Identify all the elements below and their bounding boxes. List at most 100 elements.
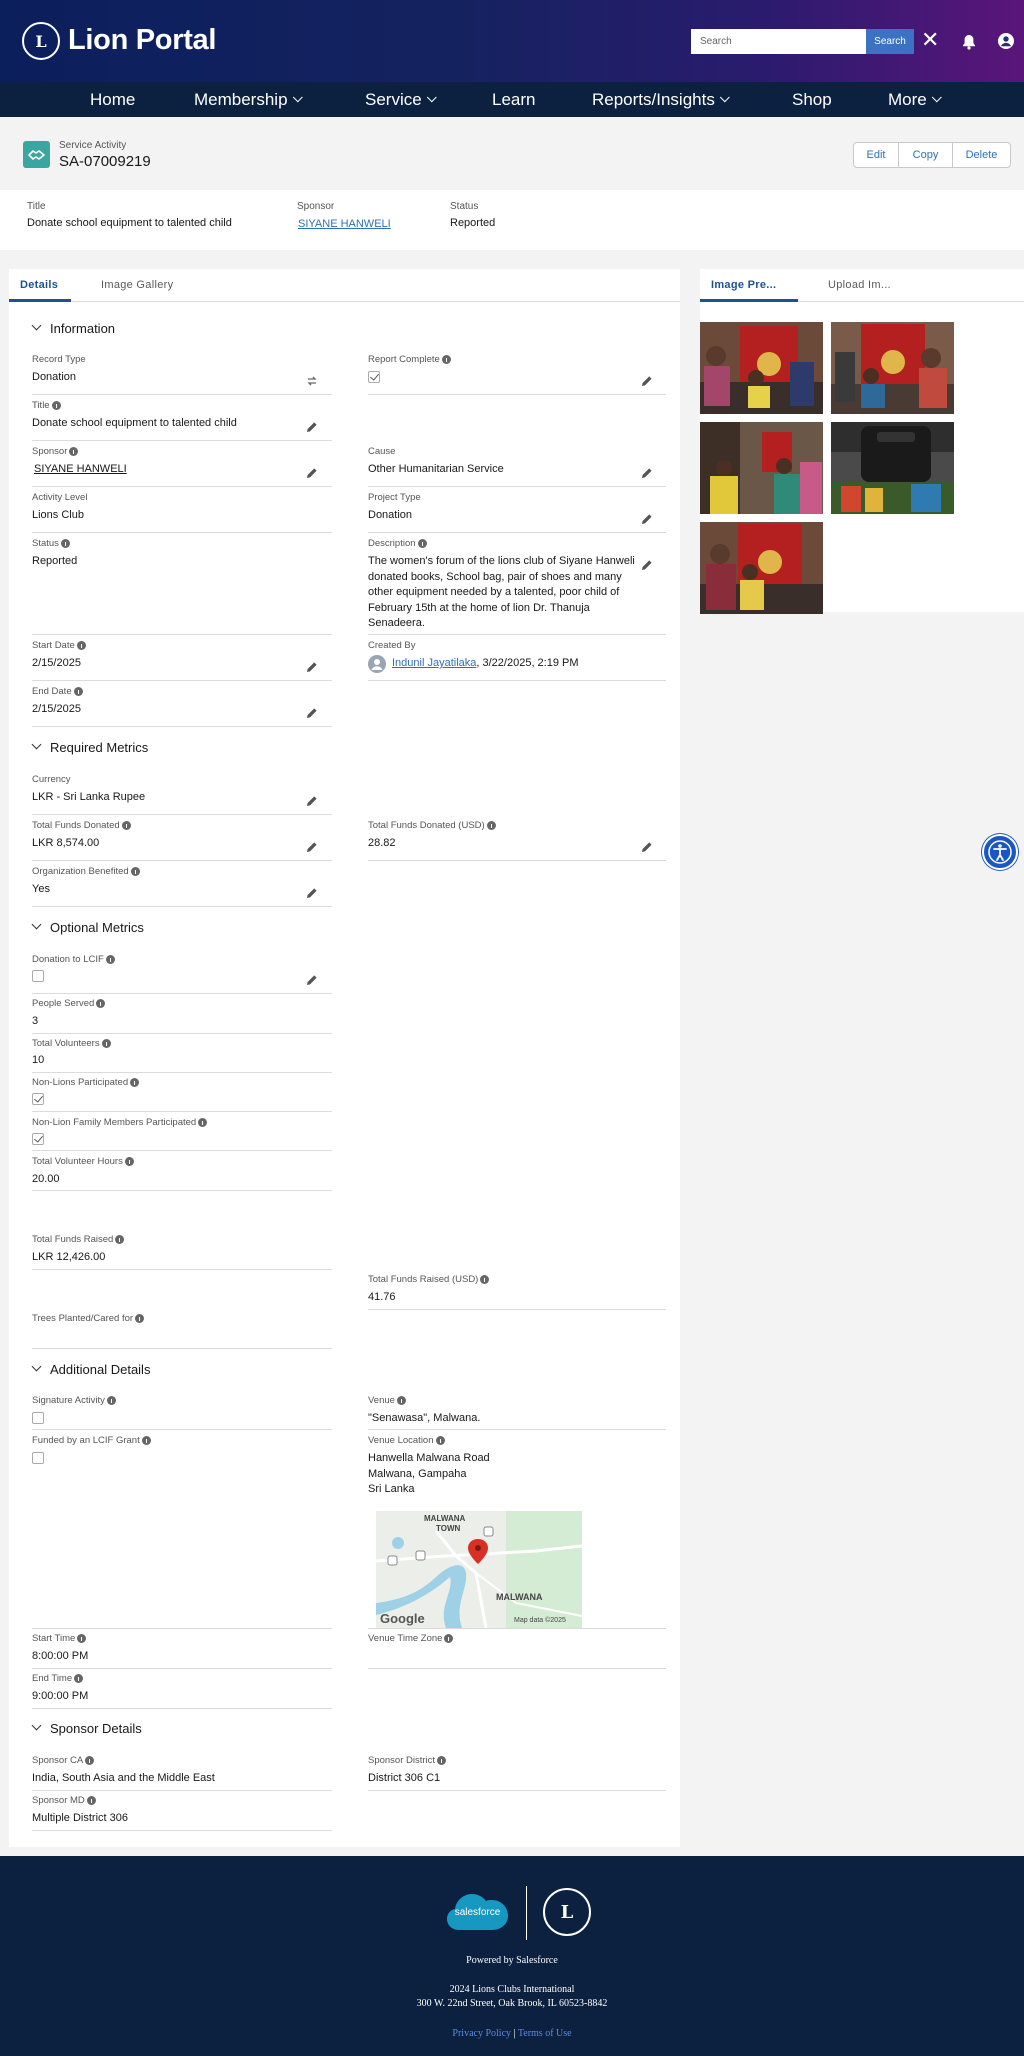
start-date-label: Start Date <box>32 640 86 651</box>
nav-learn[interactable]: Learn <box>492 82 535 117</box>
info-icon[interactable] <box>85 1756 95 1765</box>
nav-shop[interactable]: Shop <box>792 82 832 117</box>
edit-pencil-icon[interactable] <box>306 974 318 986</box>
tab-details[interactable]: Details <box>20 279 58 291</box>
nav-membership[interactable]: Membership <box>194 82 303 117</box>
info-icon[interactable] <box>444 1634 454 1643</box>
gallery-photo[interactable] <box>831 422 954 514</box>
gallery-photo[interactable] <box>700 422 823 514</box>
search-input[interactable] <box>691 29 866 54</box>
edit-pencil-icon[interactable] <box>641 559 653 571</box>
donation-lcif-checkbox[interactable] <box>32 970 44 982</box>
info-icon[interactable] <box>69 447 79 456</box>
lcif-grant-checkbox[interactable] <box>32 1452 44 1464</box>
info-icon[interactable] <box>396 1396 406 1405</box>
edit-pencil-icon[interactable] <box>641 467 653 479</box>
change-record-type-icon[interactable] <box>306 375 318 387</box>
info-icon[interactable] <box>135 1314 145 1323</box>
info-icon[interactable] <box>130 1078 140 1087</box>
lions-logo[interactable]: L <box>22 22 60 60</box>
nav-service[interactable]: Service <box>365 82 437 117</box>
info-icon[interactable] <box>86 1796 96 1805</box>
non-lions-checkbox[interactable] <box>32 1093 44 1105</box>
accessibility-button[interactable] <box>982 834 1018 870</box>
info-icon[interactable] <box>74 1674 84 1683</box>
gallery-photo[interactable] <box>831 322 954 414</box>
copy-button[interactable]: Copy <box>898 142 953 168</box>
edit-button[interactable]: Edit <box>853 142 899 168</box>
info-icon[interactable] <box>198 1118 208 1127</box>
section-sponsor-details[interactable]: Sponsor Details <box>31 1720 142 1736</box>
main-navigation: Home Membership Service Learn Reports/In… <box>0 82 1024 117</box>
nav-service-label: Service <box>365 89 422 109</box>
venue-map[interactable]: MALWANA TOWN MALWANA Google Map data ©20… <box>376 1511 582 1628</box>
edit-pencil-icon[interactable] <box>641 841 653 853</box>
non-lion-family-checkbox[interactable] <box>32 1133 44 1145</box>
lions-footer-logo: L <box>543 1888 591 1936</box>
info-icon[interactable] <box>60 539 70 548</box>
info-icon[interactable] <box>105 955 115 964</box>
section-required-metrics[interactable]: Required Metrics <box>31 739 148 755</box>
info-icon[interactable] <box>115 1235 125 1244</box>
tab-upload-images[interactable]: Upload Im... <box>828 279 891 291</box>
info-icon[interactable] <box>124 1157 134 1166</box>
venue-location-link[interactable]: Hanwella Malwana Road Malwana, Gampaha S… <box>368 1451 490 1498</box>
edit-pencil-icon[interactable] <box>641 513 653 525</box>
edit-pencil-icon[interactable] <box>641 375 653 387</box>
info-icon[interactable] <box>76 641 86 650</box>
nav-more[interactable]: More <box>888 82 942 117</box>
edit-pencil-icon[interactable] <box>306 467 318 479</box>
info-icon[interactable] <box>486 821 496 830</box>
nav-learn-label: Learn <box>492 89 536 109</box>
info-icon[interactable] <box>437 1756 447 1765</box>
hl-sponsor-link[interactable]: SIYANE HANWELI <box>298 218 391 230</box>
info-icon[interactable] <box>73 687 83 696</box>
info-icon[interactable] <box>51 401 61 410</box>
divider <box>368 394 666 395</box>
edit-pencil-icon[interactable] <box>306 887 318 899</box>
search-button[interactable]: Search <box>866 29 914 54</box>
tab-image-gallery[interactable]: Image Gallery <box>101 279 173 291</box>
sponsor-link[interactable]: SIYANE HANWELI <box>34 462 127 478</box>
portal-brand-title[interactable]: Lion Portal <box>68 24 216 57</box>
gallery-photo[interactable] <box>700 522 823 614</box>
privacy-policy-link[interactable]: Privacy Policy <box>452 2028 511 2039</box>
info-icon[interactable] <box>141 1436 151 1445</box>
info-icon[interactable] <box>435 1436 445 1445</box>
nav-home[interactable]: Home <box>90 82 135 117</box>
chevron-down-icon <box>931 92 942 103</box>
gallery-photo[interactable] <box>700 322 823 414</box>
sponsor-district-label: Sponsor District <box>368 1755 447 1766</box>
info-icon[interactable] <box>417 539 427 548</box>
info-icon[interactable] <box>130 867 140 876</box>
info-icon[interactable] <box>441 355 451 364</box>
signature-activity-checkbox[interactable] <box>32 1412 44 1424</box>
info-icon[interactable] <box>96 999 106 1008</box>
edit-pencil-icon[interactable] <box>306 795 318 807</box>
edit-pencil-icon[interactable] <box>306 661 318 673</box>
notification-bell-icon[interactable] <box>962 34 976 50</box>
edit-pencil-icon[interactable] <box>306 421 318 433</box>
info-icon[interactable] <box>106 1396 116 1405</box>
report-complete-checkbox[interactable] <box>368 371 380 383</box>
edit-pencil-icon[interactable] <box>306 707 318 719</box>
delete-button[interactable]: Delete <box>952 142 1011 168</box>
section-optional-metrics[interactable]: Optional Metrics <box>31 919 144 935</box>
info-icon[interactable] <box>121 821 131 830</box>
info-icon[interactable] <box>101 1039 111 1048</box>
user-avatar-icon[interactable] <box>998 33 1014 49</box>
nav-reports-insights[interactable]: Reports/Insights <box>592 82 730 117</box>
footer-address: 300 W. 22nd Street, Oak Brook, IL 60523-… <box>416 1998 608 2009</box>
info-icon[interactable] <box>77 1634 87 1643</box>
powered-by: Powered by Salesforce <box>466 1955 558 1966</box>
info-icon[interactable] <box>480 1275 490 1284</box>
close-search-icon[interactable]: ✕ <box>921 28 939 52</box>
tab-image-preview[interactable]: Image Pre... <box>711 279 776 291</box>
section-information[interactable]: Information <box>31 320 115 336</box>
section-additional-details[interactable]: Additional Details <box>31 1361 150 1377</box>
funds-raised-value: LKR 12,426.00 <box>32 1251 106 1263</box>
edit-pencil-icon[interactable] <box>306 841 318 853</box>
terms-of-use-link[interactable]: Terms of Use <box>518 2028 572 2039</box>
cause-value: Other Humanitarian Service <box>368 463 504 475</box>
created-by-user-link[interactable]: Indunil Jayatilaka <box>392 657 476 669</box>
